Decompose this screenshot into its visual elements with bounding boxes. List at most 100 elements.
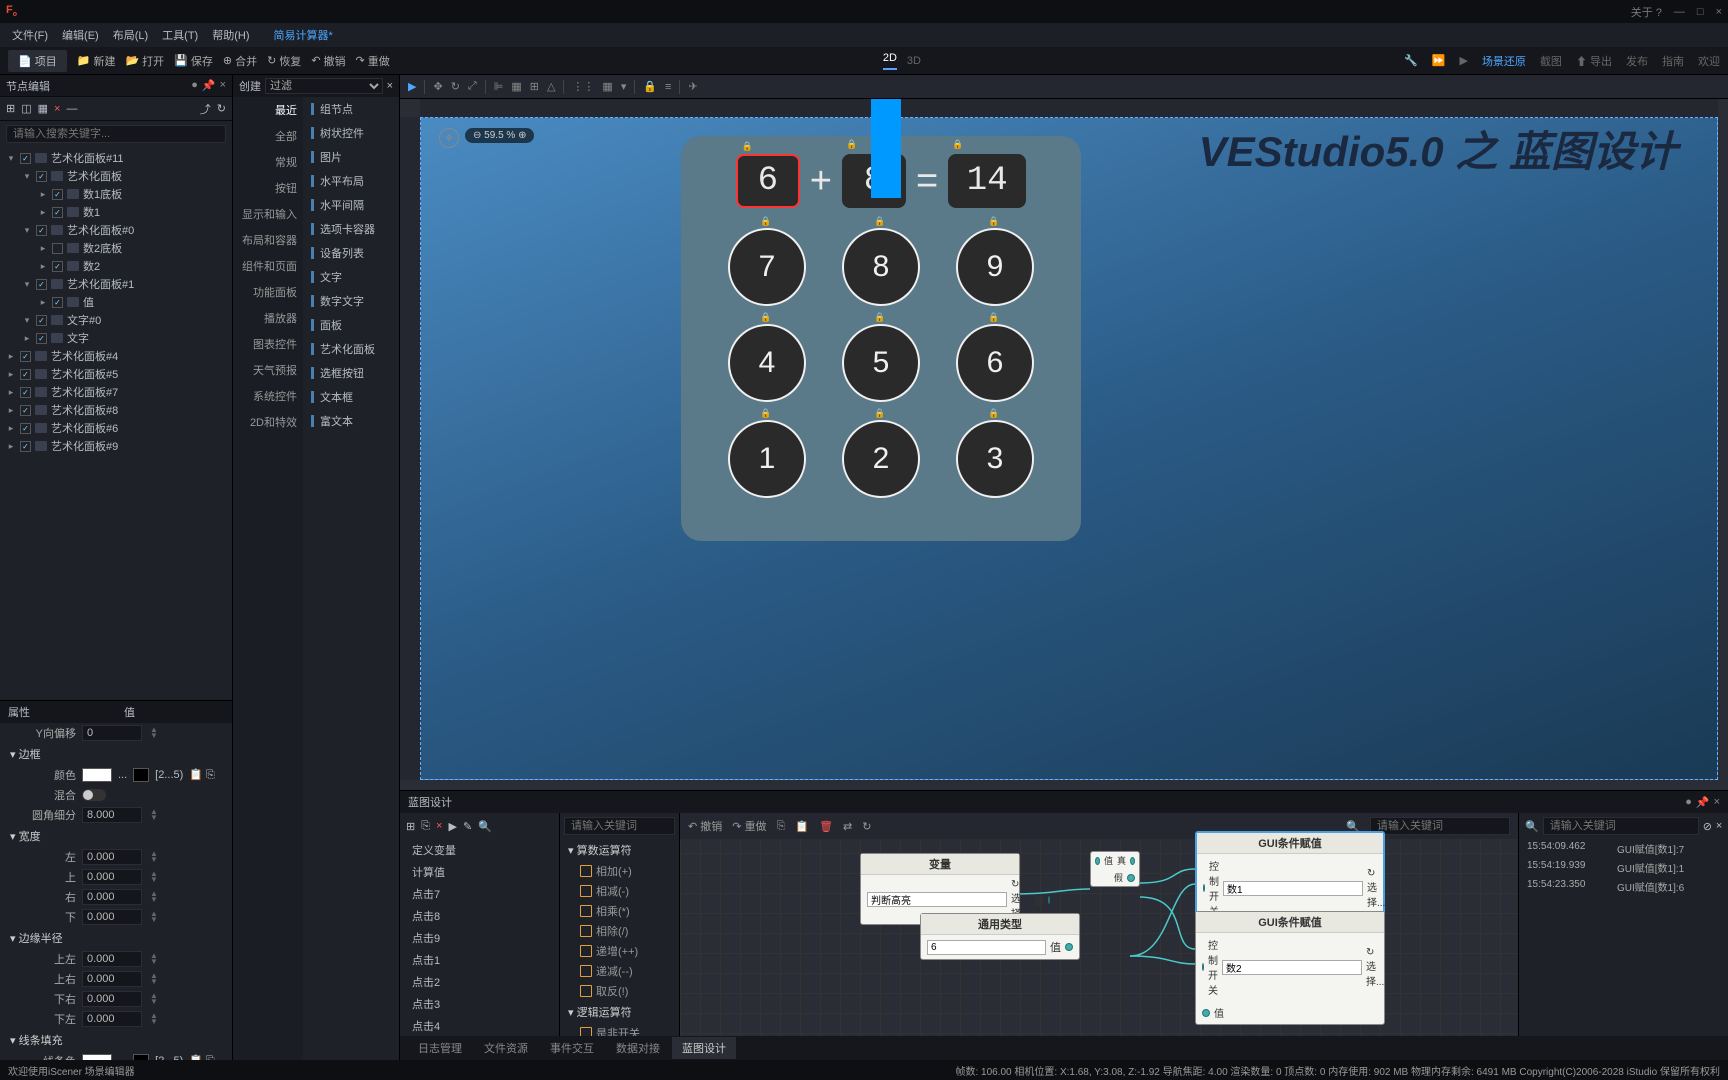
open-button[interactable]: 📂 打开	[125, 53, 164, 69]
play-icon[interactable]: ▶	[1459, 54, 1467, 67]
viewport-canvas[interactable]: ✥ ⊖ 59.5 % ⊕ VEStudio5.0 之 蓝图设计 6 + 8 = …	[400, 99, 1728, 790]
calc-key-2[interactable]: 2	[842, 420, 920, 498]
close-button[interactable]: ×	[1716, 6, 1722, 18]
bp-op-item[interactable]: 取反(!)	[560, 981, 679, 1001]
vp-measure-icon[interactable]: △	[547, 80, 555, 93]
tree-item[interactable]: ▸✓艺术化面板#8	[0, 401, 232, 419]
create-close-icon[interactable]: ×	[387, 80, 393, 92]
create-filter-select[interactable]: 过滤	[265, 78, 383, 94]
maximize-button[interactable]: □	[1697, 6, 1704, 18]
bp-def-item[interactable]: 计算值	[400, 861, 559, 883]
vp-move-icon[interactable]: ✥	[433, 80, 442, 93]
prop-width-section[interactable]: ▾ 宽度	[0, 825, 232, 847]
bp-del-icon[interactable]: ×	[436, 820, 442, 832]
prop-border-section[interactable]: ▾ 边框	[0, 743, 232, 765]
prop-bl-input[interactable]	[82, 1011, 142, 1027]
create-category[interactable]: 全部	[233, 123, 303, 149]
close-panel-icon[interactable]: ×	[220, 79, 226, 92]
tree-item[interactable]: ▸✓艺术化面板#6	[0, 419, 232, 437]
create-item[interactable]: 水平间隔	[303, 193, 399, 217]
restore-button[interactable]: ↻ 恢复	[267, 53, 301, 69]
menu-help[interactable]: 帮助(H)	[206, 25, 255, 45]
tree-item[interactable]: ▸✓数1	[0, 203, 232, 221]
guide-button[interactable]: 指南	[1662, 53, 1684, 69]
calc-key-7[interactable]: 7	[728, 228, 806, 306]
nav-compass-icon[interactable]: ✥	[439, 128, 459, 148]
share-icon[interactable]: ⤴	[200, 101, 211, 117]
create-item[interactable]: 富文本	[303, 409, 399, 433]
bp-play-icon[interactable]: ▶	[448, 820, 456, 833]
tree-icon-1[interactable]: ⊞	[6, 102, 15, 115]
create-item[interactable]: 选框按钮	[303, 361, 399, 385]
vp-rotate-icon[interactable]: ↻	[451, 80, 460, 93]
tree-item[interactable]: ▾✓艺术化面板#1	[0, 275, 232, 293]
vp-dots-icon[interactable]: ⋮⋮	[572, 80, 594, 93]
view-2d-tab[interactable]: 2D	[883, 52, 897, 70]
project-button[interactable]: 📄 项目	[8, 50, 67, 72]
tree-item[interactable]: ▾✓艺术化面板#0	[0, 221, 232, 239]
prop-left-input[interactable]	[82, 849, 142, 865]
bp-search-icon[interactable]: 🔍	[478, 820, 492, 833]
new-button[interactable]: 📁 新建	[77, 53, 116, 69]
prop-y-offset-input[interactable]	[82, 725, 142, 741]
node-gui2-field[interactable]	[1222, 960, 1362, 975]
bp-math-category[interactable]: ▾ 算数运算符	[560, 839, 679, 861]
undo-button[interactable]: ↶ 撤销	[311, 53, 345, 69]
create-item[interactable]: 文字	[303, 265, 399, 289]
calc-key-4[interactable]: 4	[728, 324, 806, 402]
node-type-field[interactable]	[927, 940, 1046, 955]
bp-op-item[interactable]: 相加(+)	[560, 861, 679, 881]
menu-layout[interactable]: 布局(L)	[107, 25, 154, 45]
tree-item[interactable]: ▸✓数1底板	[0, 185, 232, 203]
publish-button[interactable]: 发布	[1626, 53, 1648, 69]
tree-item[interactable]: ▸✓艺术化面板#5	[0, 365, 232, 383]
bp-def-item[interactable]: 点击4	[400, 1015, 559, 1036]
bp-def-item[interactable]: 点击8	[400, 905, 559, 927]
bp-ops-search[interactable]	[564, 817, 675, 835]
color-swatch[interactable]	[82, 768, 112, 782]
node-var-field[interactable]	[867, 892, 1007, 907]
calc-key-3[interactable]: 3	[956, 420, 1034, 498]
create-category[interactable]: 2D和特效	[233, 409, 303, 435]
bp-def-item[interactable]: 定义变量	[400, 839, 559, 861]
prop-tr-input[interactable]	[82, 971, 142, 987]
calc-key-6[interactable]: 6	[956, 324, 1034, 402]
create-category[interactable]: 天气预报	[233, 357, 303, 383]
create-item[interactable]: 选项卡容器	[303, 217, 399, 241]
bp-log-close-icon[interactable]: ×	[1716, 820, 1722, 832]
tree-item[interactable]: ▾✓艺术化面板	[0, 167, 232, 185]
bp-add-icon[interactable]: ⊞	[406, 820, 415, 833]
create-category[interactable]: 常规	[233, 149, 303, 175]
tree-item[interactable]: ▸✓艺术化面板#7	[0, 383, 232, 401]
calc-key-5[interactable]: 5	[842, 324, 920, 402]
vp-grid-icon[interactable]: ▦	[602, 80, 612, 93]
vp-snap-icon[interactable]: ▦	[511, 80, 521, 93]
prop-radius-section[interactable]: ▾ 边缘半径	[0, 927, 232, 949]
dot-icon[interactable]: ●	[191, 79, 198, 92]
create-category[interactable]: 功能面板	[233, 279, 303, 305]
vp-select-icon[interactable]: ▶	[408, 80, 416, 93]
create-category[interactable]: 按钮	[233, 175, 303, 201]
calc-operand-1[interactable]: 6	[736, 154, 800, 208]
bp-log-clear-icon[interactable]: ⊘	[1703, 820, 1712, 833]
calc-key-9[interactable]: 9	[956, 228, 1034, 306]
node-branch-false-port[interactable]	[1127, 874, 1135, 882]
node-var-out-port[interactable]	[1048, 896, 1050, 904]
calc-key-8[interactable]: 8	[842, 228, 920, 306]
tree-delete-icon[interactable]: ×	[54, 103, 60, 115]
tree-item[interactable]: ▸数2底板	[0, 239, 232, 257]
tree-icon-3[interactable]: ▦	[38, 102, 48, 115]
create-category[interactable]: 显示和输入	[233, 201, 303, 227]
create-item[interactable]: 数字文字	[303, 289, 399, 313]
create-item[interactable]: 艺术化面板	[303, 337, 399, 361]
bp-op-item[interactable]: 相乘(*)	[560, 901, 679, 921]
bp-logic-category[interactable]: ▾ 逻辑运算符	[560, 1001, 679, 1023]
tree-item[interactable]: ▸✓文字	[0, 329, 232, 347]
create-item[interactable]: 图片	[303, 145, 399, 169]
redo-button[interactable]: ↷ 重做	[356, 53, 390, 69]
menu-edit[interactable]: 编辑(E)	[56, 25, 105, 45]
blend-toggle[interactable]	[82, 789, 106, 801]
about-link[interactable]: 关于 ?	[1631, 4, 1662, 20]
prop-round-input[interactable]	[82, 807, 142, 823]
vp-lock-icon[interactable]: 🔒	[643, 80, 657, 93]
